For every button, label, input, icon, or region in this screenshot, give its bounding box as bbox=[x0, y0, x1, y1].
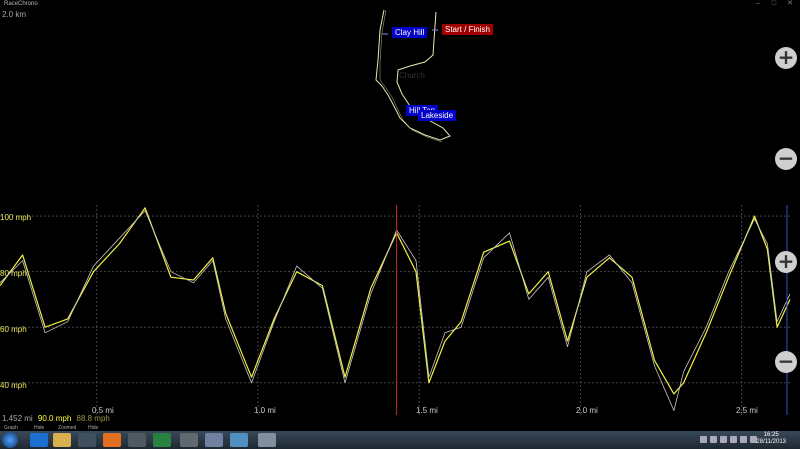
y-tick-label: 40 mph bbox=[0, 381, 27, 390]
x-tick-label: 2.0 mi bbox=[576, 406, 598, 415]
speed-graph[interactable] bbox=[0, 205, 800, 415]
marker-faded: Church bbox=[399, 71, 425, 80]
clock-date: 28/11/2013 bbox=[756, 439, 786, 445]
x-tick-label: 2.5 mi bbox=[736, 406, 758, 415]
map-zoom-in-button[interactable]: + bbox=[775, 47, 797, 69]
speed-series-line-1 bbox=[0, 207, 791, 395]
flag-icon[interactable] bbox=[710, 436, 717, 443]
racechrono-icon[interactable] bbox=[258, 433, 276, 447]
windows-taskbar: 16:25 28/11/2013 bbox=[0, 431, 800, 449]
window-switch-icon[interactable] bbox=[230, 433, 248, 447]
marker-lakeside[interactable]: Lakeside bbox=[418, 110, 457, 121]
y-tick-label: 100 mph bbox=[0, 213, 32, 222]
graph-zoom-out-button[interactable]: − bbox=[775, 351, 797, 373]
folder-icon[interactable] bbox=[53, 433, 71, 447]
x-tick-label: 1.0 mi bbox=[254, 406, 276, 415]
readout-distance: 1.452 mi bbox=[2, 414, 33, 423]
ie-icon[interactable] bbox=[30, 433, 48, 447]
marker-start-finish[interactable]: Start / Finish bbox=[442, 24, 493, 35]
graph-zoom-in-button[interactable]: + bbox=[775, 251, 797, 273]
excel-icon[interactable] bbox=[153, 433, 171, 447]
firefox-icon[interactable] bbox=[103, 433, 121, 447]
network-icon[interactable] bbox=[720, 436, 727, 443]
document-icon[interactable] bbox=[205, 433, 223, 447]
video-editor-icon[interactable] bbox=[180, 433, 198, 447]
marker-clay-hill[interactable]: Clay Hill bbox=[392, 27, 428, 38]
y-tick-label: 60 mph bbox=[0, 325, 27, 334]
media-player-icon[interactable] bbox=[78, 433, 96, 447]
y-tick-label: 80 mph bbox=[0, 269, 27, 278]
app-icon[interactable] bbox=[128, 433, 146, 447]
readout-speed-secondary: 88.8 mph bbox=[76, 414, 110, 423]
tray-arrow-icon[interactable] bbox=[700, 436, 707, 443]
volume-icon[interactable] bbox=[730, 436, 737, 443]
start-button[interactable] bbox=[2, 432, 18, 448]
clock-time: 16:25 bbox=[763, 432, 779, 438]
x-tick-label: 1.5 mi bbox=[416, 406, 438, 415]
cursor-readout: 1.452 mi 90.0 mph 88.8 mph bbox=[2, 414, 110, 423]
taskbar-clock[interactable]: 16:25 28/11/2013 bbox=[756, 432, 786, 446]
readout-speed-primary: 90.0 mph bbox=[37, 414, 72, 423]
speed-series-line-2 bbox=[0, 210, 791, 411]
map-zoom-out-button[interactable]: − bbox=[775, 148, 797, 170]
battery-icon[interactable] bbox=[740, 436, 747, 443]
